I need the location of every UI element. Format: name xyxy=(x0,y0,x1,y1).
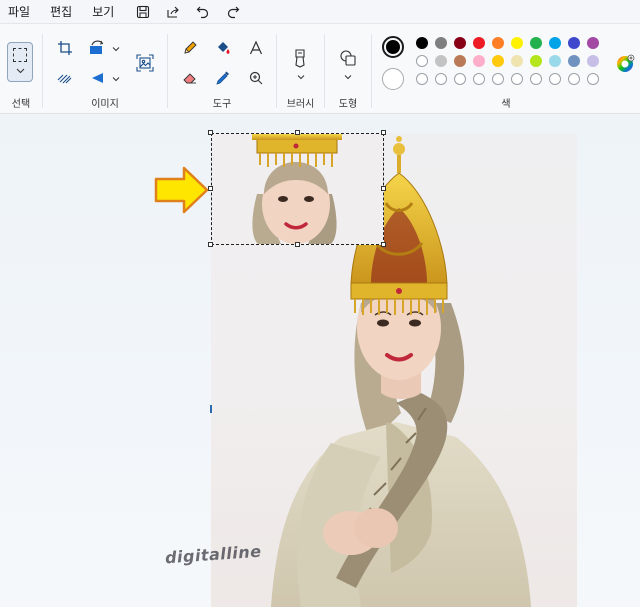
color-swatch[interactable] xyxy=(530,73,542,85)
save-icon[interactable] xyxy=(128,1,158,23)
pasted-selection[interactable] xyxy=(211,133,384,245)
color-swatch[interactable] xyxy=(530,37,542,49)
group-label-brushes: 브러시 xyxy=(286,99,315,110)
resize-handle-bottom-left[interactable] xyxy=(208,242,213,247)
ribbon: 선택 이미지 도구 브러시 도형 색 xyxy=(0,24,640,114)
color-swatch[interactable] xyxy=(568,37,580,49)
crop-icon[interactable] xyxy=(52,36,78,60)
group-select: 선택 xyxy=(0,28,42,112)
color-swatch[interactable] xyxy=(473,37,485,49)
brush-icon[interactable] xyxy=(287,46,313,70)
resize-handle-top-right[interactable] xyxy=(381,130,386,135)
resize-handle-top-left[interactable] xyxy=(208,130,213,135)
pencil-icon[interactable] xyxy=(177,36,203,60)
selection-image xyxy=(252,134,342,244)
color-picker-icon[interactable] xyxy=(210,66,236,90)
color-swatch[interactable] xyxy=(416,73,428,85)
text-icon[interactable] xyxy=(243,36,269,60)
shapes-icon[interactable] xyxy=(335,46,361,70)
color-swatch[interactable] xyxy=(549,55,561,67)
menu-edit[interactable]: 편집 xyxy=(40,1,82,23)
magnifier-icon[interactable] xyxy=(243,66,269,90)
resize-handle-right[interactable] xyxy=(381,186,386,191)
redo-icon[interactable] xyxy=(218,1,248,23)
color-swatch[interactable] xyxy=(549,37,561,49)
group-image: 이미지 xyxy=(43,28,167,112)
color-swatch[interactable] xyxy=(435,73,447,85)
color-swatch[interactable] xyxy=(568,55,580,67)
resize-icon[interactable] xyxy=(84,36,110,60)
color-swatch[interactable] xyxy=(454,73,466,85)
secondary-color[interactable] xyxy=(382,68,404,90)
color-swatch[interactable] xyxy=(511,73,523,85)
color-swatch[interactable] xyxy=(511,55,523,67)
image-generator-icon[interactable] xyxy=(132,51,158,75)
menu-bar: 파일 편집 보기 xyxy=(0,0,640,24)
color-swatch[interactable] xyxy=(454,55,466,67)
group-label-select: 선택 xyxy=(11,99,31,110)
color-swatch[interactable] xyxy=(435,55,447,67)
canvas-resize-handle[interactable] xyxy=(210,405,212,413)
group-label-image: 이미지 xyxy=(91,99,119,110)
group-label-shapes: 도형 xyxy=(338,99,358,110)
group-tools: 도구 xyxy=(168,28,276,112)
primary-color-swatch xyxy=(386,40,400,54)
group-label-colors: 색 xyxy=(501,99,511,110)
group-brushes: 브러시 xyxy=(277,28,324,112)
menu-view[interactable]: 보기 xyxy=(82,1,124,23)
arrow-right-icon xyxy=(154,166,209,214)
color-swatch[interactable] xyxy=(568,73,580,85)
chevron-down-icon[interactable] xyxy=(111,44,121,54)
rotate-flip-icon[interactable] xyxy=(84,66,110,90)
group-shapes: 도형 xyxy=(325,28,371,112)
color-swatch[interactable] xyxy=(416,37,428,49)
color-swatch[interactable] xyxy=(549,73,561,85)
edit-colors-icon[interactable] xyxy=(612,52,638,76)
eraser-icon[interactable] xyxy=(177,66,203,90)
color-swatch[interactable] xyxy=(454,37,466,49)
chevron-down-icon[interactable] xyxy=(111,74,121,84)
fill-bucket-icon[interactable] xyxy=(210,36,236,60)
color-swatch[interactable] xyxy=(530,55,542,67)
primary-color[interactable] xyxy=(382,36,404,58)
color-swatch[interactable] xyxy=(435,37,447,49)
selection-rectangle-icon xyxy=(13,48,27,62)
color-swatch[interactable] xyxy=(492,37,504,49)
color-swatch[interactable] xyxy=(416,55,428,67)
color-swatch[interactable] xyxy=(473,73,485,85)
color-swatch[interactable] xyxy=(492,55,504,67)
resize-handle-bottom-right[interactable] xyxy=(381,242,386,247)
select-button[interactable] xyxy=(7,42,33,82)
remove-background-icon[interactable] xyxy=(52,66,78,90)
group-label-tools: 도구 xyxy=(212,99,232,110)
color-swatch[interactable] xyxy=(492,73,504,85)
color-swatch[interactable] xyxy=(511,37,523,49)
resize-handle-bottom[interactable] xyxy=(295,242,300,247)
color-swatch[interactable] xyxy=(587,37,599,49)
group-colors: 색 xyxy=(372,28,640,112)
color-swatch[interactable] xyxy=(473,55,485,67)
color-swatch[interactable] xyxy=(587,55,599,67)
chevron-down-icon[interactable] xyxy=(296,72,306,82)
color-swatch[interactable] xyxy=(587,73,599,85)
resize-handle-top[interactable] xyxy=(295,130,300,135)
chevron-down-icon[interactable] xyxy=(343,72,353,82)
share-icon[interactable] xyxy=(158,1,188,23)
chevron-down-icon xyxy=(16,68,25,74)
undo-icon[interactable] xyxy=(188,1,218,23)
menu-file[interactable]: 파일 xyxy=(0,1,40,23)
